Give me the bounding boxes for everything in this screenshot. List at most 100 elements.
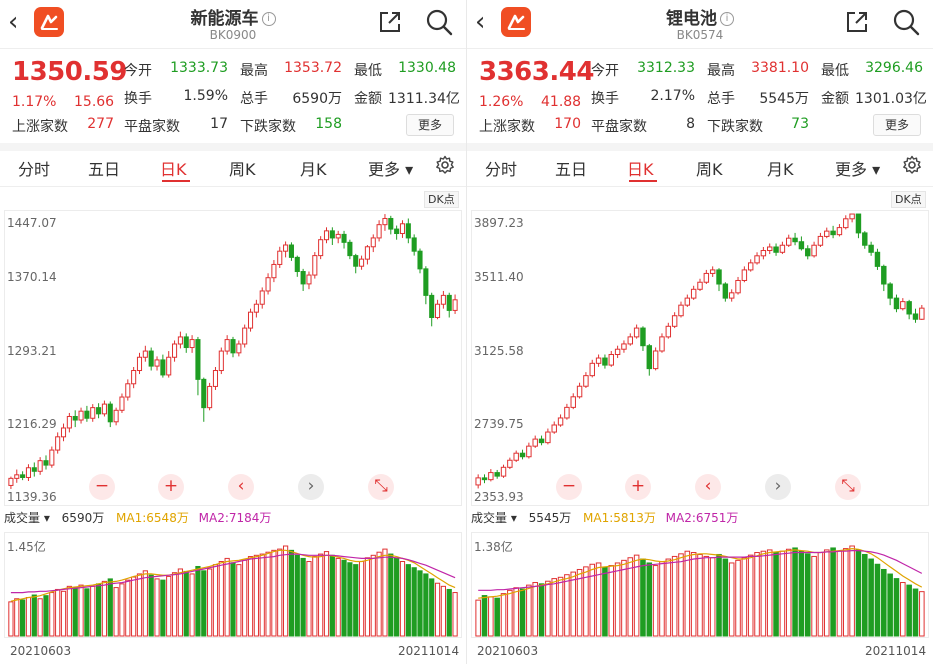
volume-bar bbox=[107, 578, 113, 637]
volume-bar bbox=[20, 599, 26, 637]
volume-bar bbox=[329, 554, 335, 637]
tab-intraday[interactable]: 分时 bbox=[485, 156, 517, 180]
candle bbox=[576, 382, 583, 399]
gear-icon[interactable] bbox=[902, 155, 922, 175]
candle bbox=[148, 347, 154, 371]
more-quote-button[interactable]: 更多 bbox=[873, 114, 921, 136]
candle bbox=[271, 260, 277, 283]
volume-bar bbox=[265, 551, 271, 637]
volume-bar bbox=[171, 572, 178, 637]
candle bbox=[893, 294, 900, 313]
volume-bar bbox=[136, 573, 143, 637]
volume-chart[interactable] bbox=[4, 532, 462, 638]
volume-ma1: MA1:5813万 bbox=[583, 511, 656, 525]
volume-bar bbox=[55, 588, 61, 637]
candle bbox=[440, 290, 446, 309]
candle bbox=[564, 403, 570, 420]
volume-bar bbox=[341, 559, 347, 637]
candle bbox=[760, 246, 767, 260]
volume-bar bbox=[855, 549, 862, 637]
low-label: 最低 bbox=[354, 63, 382, 79]
candle bbox=[652, 347, 659, 371]
scroll-right-button[interactable]: › bbox=[765, 474, 791, 500]
tab-daily-k[interactable]: 日K bbox=[160, 156, 187, 180]
candle bbox=[811, 241, 817, 258]
volume-bar bbox=[817, 552, 824, 637]
zoom-out-button[interactable]: − bbox=[89, 474, 115, 500]
dk-point-button[interactable]: DK点 bbox=[424, 191, 459, 208]
chart-frame bbox=[4, 210, 462, 506]
panel-lithium-battery: ‹ 锂电池 i BK0574 3363.44 1.26% 41.88 上涨家数 1… bbox=[467, 0, 933, 664]
more-quote-button[interactable]: 更多 bbox=[406, 114, 454, 136]
scroll-left-button[interactable]: ‹ bbox=[228, 474, 254, 500]
candle bbox=[131, 366, 137, 389]
candle bbox=[405, 218, 411, 244]
tab-monthly-k[interactable]: 月K bbox=[300, 156, 327, 180]
candle bbox=[741, 266, 748, 283]
share-icon[interactable] bbox=[845, 10, 869, 34]
fullscreen-button[interactable]: ⤡ bbox=[835, 474, 861, 500]
info-icon[interactable]: i bbox=[720, 12, 734, 26]
candle bbox=[329, 227, 335, 246]
volume-ma2: MA2:7184万 bbox=[198, 511, 272, 525]
volume-indicator-select[interactable]: 成交量 ▾ bbox=[4, 511, 50, 525]
candle bbox=[125, 379, 131, 401]
volume-bar bbox=[659, 561, 665, 637]
candle bbox=[659, 333, 665, 353]
candle bbox=[119, 393, 125, 413]
candle bbox=[399, 220, 406, 238]
candle bbox=[107, 401, 113, 428]
volume-indicator-select[interactable]: 成交量 ▾ bbox=[471, 511, 517, 525]
candle bbox=[364, 245, 370, 265]
volume-bar bbox=[60, 590, 67, 637]
zoom-in-button[interactable]: + bbox=[625, 474, 651, 500]
volume-bar bbox=[728, 562, 735, 637]
volume-bar bbox=[481, 595, 488, 637]
tab-more[interactable]: 更多 ▾ bbox=[835, 156, 880, 180]
volume-bar bbox=[434, 582, 441, 637]
volume-bar bbox=[353, 564, 359, 637]
tab-intraday[interactable]: 分时 bbox=[18, 156, 50, 180]
candlestick-chart[interactable] bbox=[471, 210, 929, 506]
volume-bar bbox=[376, 551, 382, 637]
tab-weekly-k[interactable]: 周K bbox=[229, 156, 256, 180]
zoom-in-button[interactable]: + bbox=[158, 474, 184, 500]
volume-bar bbox=[532, 582, 538, 637]
tab-more[interactable]: 更多 ▾ bbox=[368, 156, 413, 180]
volume-bar bbox=[900, 582, 906, 637]
tab-five-day[interactable]: 五日 bbox=[555, 156, 587, 180]
candle bbox=[488, 469, 494, 482]
scroll-left-button[interactable]: ‹ bbox=[695, 474, 721, 500]
candle bbox=[253, 299, 259, 318]
tab-weekly-k[interactable]: 周K bbox=[696, 156, 723, 180]
scroll-right-button[interactable]: › bbox=[298, 474, 324, 500]
volume-bar bbox=[399, 561, 406, 637]
zoom-out-button[interactable]: − bbox=[556, 474, 582, 500]
volume-bar bbox=[335, 557, 341, 637]
tab-daily-k[interactable]: 日K bbox=[627, 156, 654, 180]
section-separator bbox=[0, 143, 466, 151]
search-icon[interactable] bbox=[425, 8, 453, 36]
candlestick-chart[interactable] bbox=[4, 210, 462, 506]
candle bbox=[113, 407, 119, 426]
fullscreen-button[interactable]: ⤡ bbox=[368, 474, 394, 500]
volume-bar bbox=[614, 562, 621, 637]
volume-bar bbox=[358, 561, 365, 637]
volume-bar bbox=[154, 578, 160, 637]
candle bbox=[526, 442, 532, 459]
gear-icon[interactable] bbox=[435, 155, 455, 175]
candle bbox=[347, 239, 353, 260]
dk-point-button[interactable]: DK点 bbox=[891, 191, 926, 208]
info-icon[interactable]: i bbox=[261, 12, 276, 26]
candle bbox=[507, 457, 513, 470]
tab-five-day[interactable]: 五日 bbox=[88, 156, 120, 180]
share-icon[interactable] bbox=[378, 10, 402, 34]
search-icon[interactable] bbox=[892, 8, 920, 36]
open-label: 今开 bbox=[591, 63, 619, 79]
candle bbox=[532, 435, 538, 448]
high-value: 1353.72 bbox=[284, 60, 342, 76]
candle bbox=[259, 287, 265, 309]
volume-chart[interactable] bbox=[471, 532, 929, 638]
low-label: 最低 bbox=[821, 63, 849, 79]
tab-monthly-k[interactable]: 月K bbox=[767, 156, 794, 180]
